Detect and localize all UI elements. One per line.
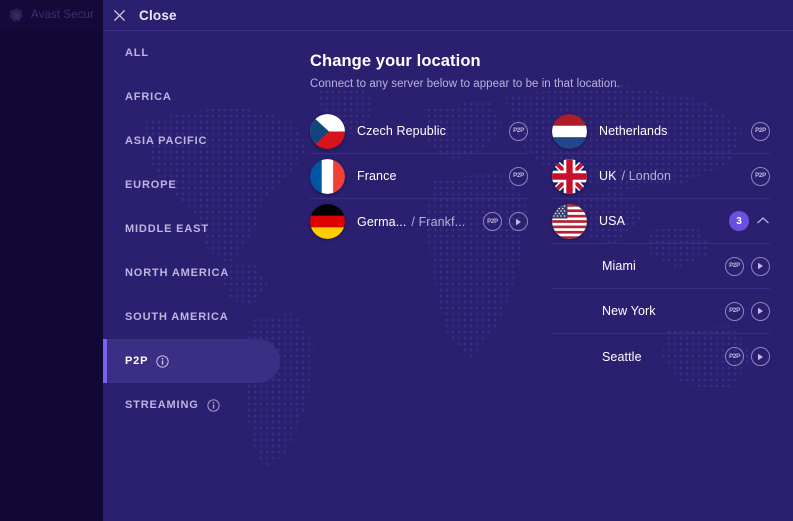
row-badges: P2P xyxy=(751,121,770,141)
server-country-name: USA xyxy=(599,214,626,228)
row-badges: P2P xyxy=(483,212,528,231)
sidebar-item-label: STREAMING xyxy=(125,399,199,411)
background-window-title: Avast Secur xyxy=(31,9,94,21)
p2p-badge-label: P2P xyxy=(729,263,740,269)
p2p-badge-label: P2P xyxy=(513,128,524,134)
info-circle-icon[interactable] xyxy=(207,398,220,412)
p2p-badge-icon[interactable]: P2P xyxy=(725,256,744,276)
server-country-name: Netherlands xyxy=(599,124,668,138)
row-badges: P2P xyxy=(509,166,528,186)
server-row-seattle[interactable]: Seattle P2P xyxy=(552,334,770,379)
row-badges: 3 xyxy=(729,211,770,231)
background-window-titlebar: Avast Secur xyxy=(0,0,103,30)
chevron-up-icon[interactable] xyxy=(756,216,770,226)
p2p-badge-icon[interactable]: P2P xyxy=(509,166,528,186)
sidebar-item-label: MIDDLE EAST xyxy=(125,223,209,235)
sidebar-item-label: ASIA PACIFIC xyxy=(125,135,208,147)
p2p-badge-icon[interactable]: P2P xyxy=(725,347,744,366)
page-subtitle: Connect to any server below to appear to… xyxy=(310,78,620,90)
uk-flag xyxy=(552,158,587,194)
server-country-name: UK xyxy=(599,169,617,183)
server-columns: Czech Republic P2P France P2P Germa... /… xyxy=(310,109,770,379)
server-row-netherlands[interactable]: Netherlands P2P xyxy=(552,109,770,154)
row-badges: P2P xyxy=(725,347,770,366)
server-city-name: / Frankf... xyxy=(411,214,466,229)
germany-flag xyxy=(310,204,345,239)
server-count-value: 3 xyxy=(736,215,742,227)
server-row-new-york[interactable]: New York P2P xyxy=(552,289,770,334)
server-row-france[interactable]: France P2P xyxy=(310,154,528,199)
category-sidebar: ALL AFRICA ASIA PACIFIC EUROPE MIDDLE EA… xyxy=(103,31,280,521)
close-button-label[interactable]: Close xyxy=(139,8,177,23)
sidebar-item-all[interactable]: ALL xyxy=(103,31,280,75)
p2p-badge-icon[interactable]: P2P xyxy=(483,212,502,231)
server-country-name: Czech Republic xyxy=(357,124,446,138)
server-column-left: Czech Republic P2P France P2P Germa... /… xyxy=(310,109,528,379)
p2p-badge-icon[interactable]: P2P xyxy=(751,121,770,141)
sidebar-item-label: NORTH AMERICA xyxy=(125,267,230,279)
server-row-miami[interactable]: Miami P2P xyxy=(552,244,770,289)
page-title: Change your location xyxy=(310,52,481,70)
streaming-play-icon[interactable] xyxy=(509,212,528,231)
france-flag xyxy=(310,158,345,194)
p2p-badge-label: P2P xyxy=(729,353,740,360)
p2p-badge-label: P2P xyxy=(513,173,524,179)
main-panel: Change your location Connect to any serv… xyxy=(280,31,793,521)
server-row-usa[interactable]: USA 3 xyxy=(552,199,770,244)
server-city-name: Miami xyxy=(602,259,636,273)
streaming-play-icon[interactable] xyxy=(751,256,770,276)
sidebar-item-europe[interactable]: EUROPE xyxy=(103,163,280,207)
row-badges: P2P xyxy=(725,256,770,276)
server-city-name: / London xyxy=(621,169,672,183)
p2p-badge-label: P2P xyxy=(487,218,498,225)
sidebar-item-label: P2P xyxy=(125,355,149,367)
sidebar-item-middle-east[interactable]: MIDDLE EAST xyxy=(103,207,280,251)
netherlands-flag xyxy=(552,113,587,149)
streaming-play-icon[interactable] xyxy=(751,347,770,366)
server-row-czech-republic[interactable]: Czech Republic P2P xyxy=(310,109,528,154)
sidebar-item-p2p[interactable]: P2P xyxy=(103,339,280,383)
czech-republic-flag xyxy=(310,113,345,149)
avast-logo-icon xyxy=(9,7,24,22)
streaming-play-icon[interactable] xyxy=(751,301,770,321)
row-badges: P2P xyxy=(725,301,770,321)
row-badges: P2P xyxy=(751,166,770,186)
server-country-name: Germa... xyxy=(357,214,407,229)
sidebar-item-label: SOUTH AMERICA xyxy=(125,311,229,323)
sidebar-item-asia-pacific[interactable]: ASIA PACIFIC xyxy=(103,119,280,163)
info-circle-icon[interactable] xyxy=(156,354,169,368)
sidebar-item-label: AFRICA xyxy=(125,91,172,103)
p2p-badge-icon[interactable]: P2P xyxy=(509,121,528,141)
server-row-germany[interactable]: Germa... / Frankf... P2P xyxy=(310,199,528,244)
server-count-badge: 3 xyxy=(729,211,749,231)
server-row-uk[interactable]: UK / London P2P xyxy=(552,154,770,199)
server-column-right: Netherlands P2P UK / London P2P USA 3 Mi… xyxy=(552,109,770,379)
p2p-badge-icon[interactable]: P2P xyxy=(751,166,770,186)
sidebar-item-label: EUROPE xyxy=(125,179,177,191)
p2p-badge-icon[interactable]: P2P xyxy=(725,301,744,321)
background-window-body xyxy=(0,30,103,521)
sidebar-item-africa[interactable]: AFRICA xyxy=(103,75,280,119)
p2p-badge-label: P2P xyxy=(755,173,766,179)
sidebar-item-streaming[interactable]: STREAMING xyxy=(103,383,280,427)
sidebar-item-south-america[interactable]: SOUTH AMERICA xyxy=(103,295,280,339)
p2p-badge-label: P2P xyxy=(729,308,740,314)
modal-header: Close xyxy=(103,0,793,31)
row-badges: P2P xyxy=(509,121,528,141)
server-country-name: France xyxy=(357,169,397,183)
close-x-icon[interactable] xyxy=(113,9,126,22)
sidebar-item-label: ALL xyxy=(125,47,149,59)
server-city-name: Seattle xyxy=(602,349,642,364)
p2p-badge-label: P2P xyxy=(755,128,766,134)
server-city-name: New York xyxy=(602,304,656,318)
sidebar-item-north-america[interactable]: NORTH AMERICA xyxy=(103,251,280,295)
usa-flag xyxy=(552,203,587,239)
change-location-modal: Close ALL AFRICA ASIA PACIFIC EUROPE MID… xyxy=(103,0,793,521)
